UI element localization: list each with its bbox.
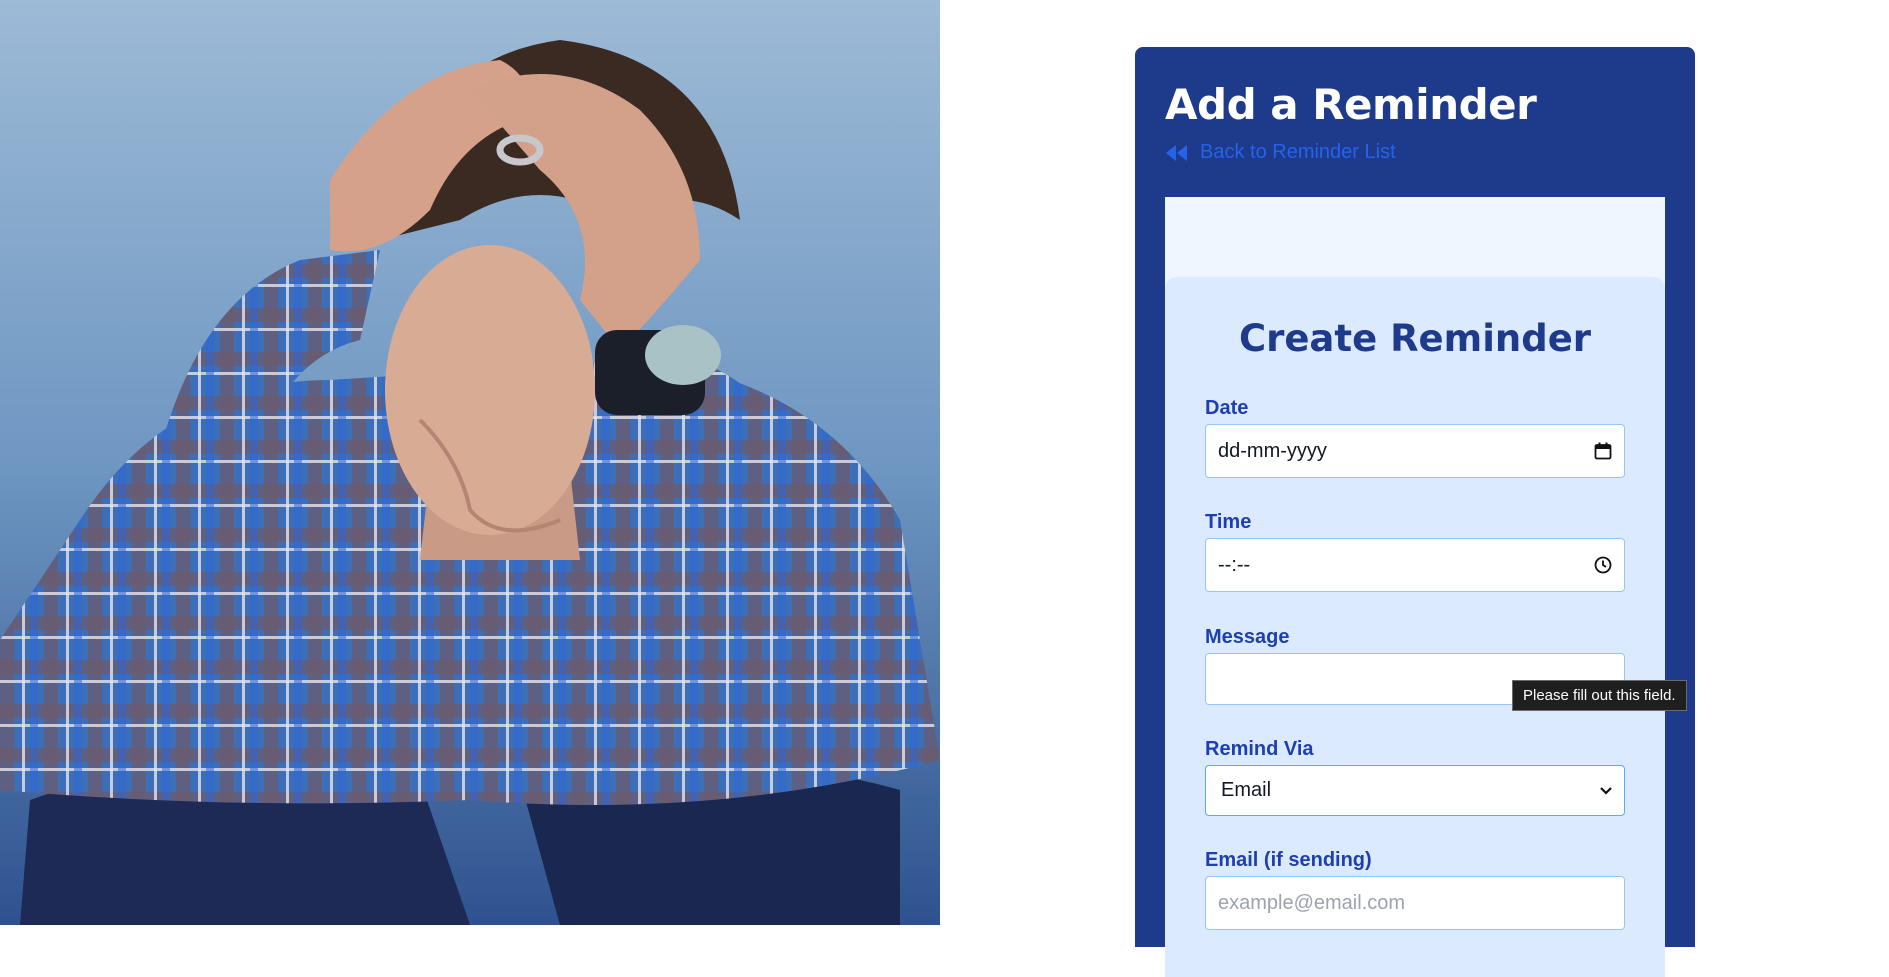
back-link-label: Back to Reminder List (1200, 141, 1396, 163)
time-input[interactable]: --:-- (1205, 538, 1625, 592)
date-input[interactable]: dd-mm-yyyy (1205, 424, 1625, 478)
email-label: Email (if sending) (1205, 849, 1372, 871)
hero-photo (0, 0, 940, 925)
chevron-down-icon (1600, 786, 1612, 795)
form-title: Create Reminder (1238, 317, 1592, 360)
date-label: Date (1205, 397, 1249, 419)
date-value: dd-mm-yyyy (1218, 439, 1327, 462)
remind-via-value: Email (1221, 779, 1272, 801)
message-label: Message (1205, 626, 1290, 648)
clock-icon[interactable] (1594, 556, 1612, 574)
time-label: Time (1205, 511, 1252, 533)
email-input[interactable]: example@email.com (1205, 876, 1625, 930)
create-reminder-form: Create Reminder Date dd-mm-yyyy Time --:… (1165, 277, 1665, 977)
remind-via-label: Remind Via (1205, 738, 1314, 760)
double-chevron-left-icon (1166, 144, 1187, 161)
back-to-list-link[interactable]: Back to Reminder List (1165, 141, 1396, 164)
time-value: --:-- (1218, 553, 1251, 576)
calendar-icon[interactable] (1594, 442, 1612, 460)
email-placeholder: example@email.com (1218, 891, 1406, 914)
remind-via-select[interactable]: Email (1205, 765, 1625, 816)
page-title: Add a Reminder (1165, 80, 1537, 129)
reminder-card: Add a Reminder Back to Reminder List Cre… (1135, 47, 1695, 977)
stressed-man-illustration (0, 0, 940, 925)
inner-panel: Create Reminder Date dd-mm-yyyy Time --:… (1165, 197, 1665, 977)
validation-tooltip: Please fill out this field. (1512, 680, 1687, 711)
